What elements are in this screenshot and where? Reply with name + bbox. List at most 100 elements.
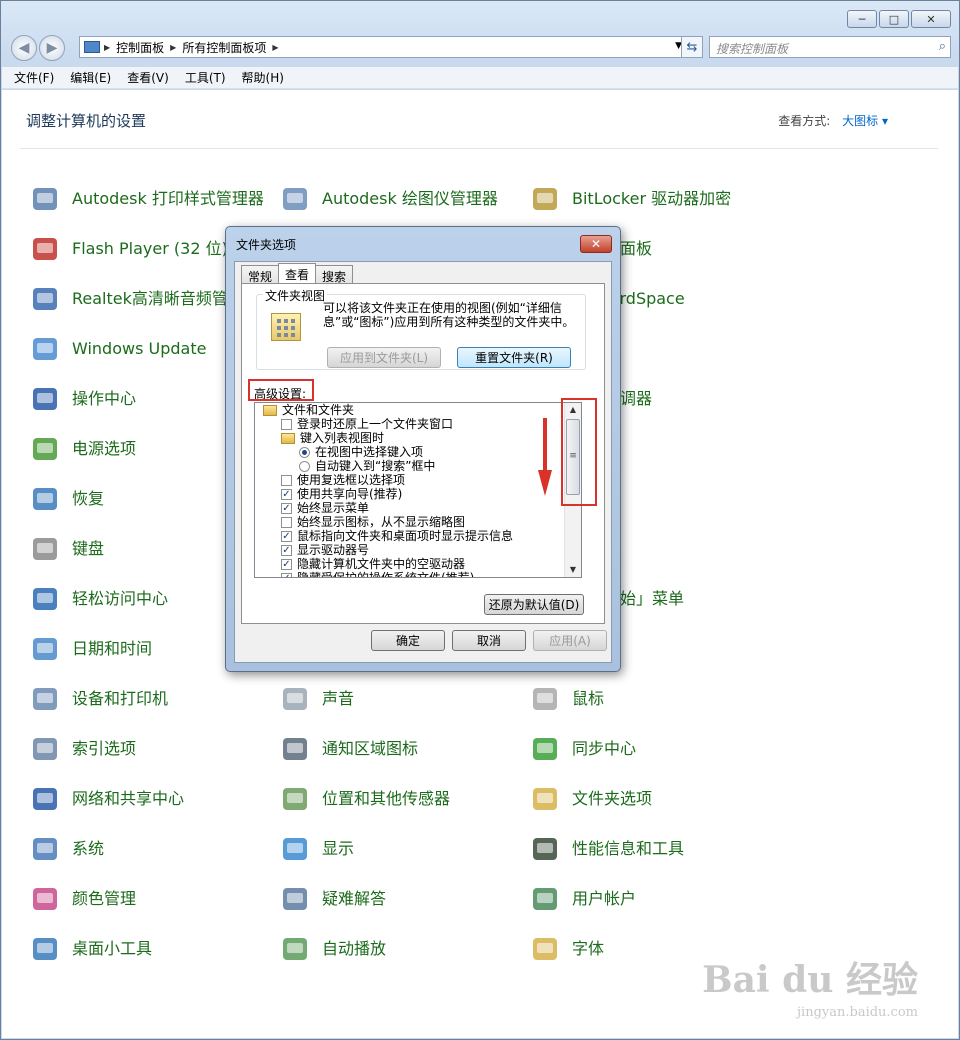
action-center-icon bbox=[28, 382, 62, 416]
location-sensors-icon bbox=[278, 782, 312, 816]
watermark: Bai du 经验 jingyan.baidu.com bbox=[702, 951, 918, 1020]
maximize-button[interactable]: □ bbox=[879, 10, 909, 28]
tree-row[interactable]: 使用复选框以选择项 bbox=[281, 473, 405, 487]
apply-to-folders-button[interactable]: 应用到文件夹(L) bbox=[327, 347, 441, 368]
tree-row[interactable]: ✓ 隐藏计算机文件夹中的空驱动器 bbox=[281, 557, 465, 571]
checkbox-unchecked[interactable] bbox=[281, 516, 292, 528]
tree-row[interactable]: 始终显示图标，从不显示缩略图 bbox=[281, 515, 465, 529]
forward-button[interactable]: ▶ bbox=[39, 35, 65, 61]
menu-file[interactable]: 文件(F) bbox=[14, 69, 54, 86]
control-panel-item[interactable]: 索引选项 bbox=[28, 732, 268, 766]
tree-row[interactable]: ✓ 鼠标指向文件夹和桌面项时显示提示信息 bbox=[281, 529, 513, 543]
tree-row[interactable]: ✓ 显示驱动器号 bbox=[281, 543, 369, 557]
tree-row[interactable]: ✓ 始终显示菜单 bbox=[281, 501, 369, 515]
control-panel-item[interactable]: Autodesk 绘图仪管理器 bbox=[278, 182, 518, 216]
control-panel-item[interactable]: 文件夹选项 bbox=[528, 782, 768, 816]
breadcrumb-all-items[interactable]: 所有控制面板项 bbox=[182, 39, 266, 56]
close-button[interactable]: ✕ bbox=[911, 10, 951, 28]
tree-row[interactable]: ✓ 隐藏受保护的操作系统文件(推荐) bbox=[281, 571, 474, 577]
date-time-icon bbox=[28, 632, 62, 666]
tab-panel-view: 文件夹视图 可以将该文件夹正在使用的视图(例如“详细信息”或“图标”)应用到所有… bbox=[241, 283, 605, 624]
menu-edit[interactable]: 编辑(E) bbox=[70, 69, 111, 86]
annotation-box-advanced bbox=[248, 379, 314, 401]
control-panel-item-label: 鼠标 bbox=[572, 689, 605, 708]
tree-row: 文件和文件夹 bbox=[263, 403, 354, 417]
control-panel-item[interactable]: 鼠标 bbox=[528, 682, 768, 716]
control-panel-item[interactable]: 声音 bbox=[278, 682, 518, 716]
checkbox-checked[interactable]: ✓ bbox=[281, 544, 292, 556]
control-panel-item-label: 键盘 bbox=[72, 539, 105, 558]
menu-help[interactable]: 帮助(H) bbox=[242, 69, 284, 86]
checkbox-unchecked[interactable] bbox=[281, 474, 292, 486]
checkbox-unchecked[interactable] bbox=[281, 418, 292, 430]
checkbox-checked[interactable]: ✓ bbox=[281, 572, 292, 577]
network-sharing-icon bbox=[28, 782, 62, 816]
control-panel-item[interactable]: 系统 bbox=[28, 832, 268, 866]
breadcrumb-control-panel[interactable]: 控制面板 bbox=[116, 39, 164, 56]
control-panel-item-label: 性能信息和工具 bbox=[572, 839, 685, 858]
tree-row-label: 在视图中选择键入项 bbox=[315, 445, 424, 459]
control-panel-item-label: 颜色管理 bbox=[72, 889, 137, 908]
tree-row[interactable]: 自动键入到“搜索”框中 bbox=[299, 459, 435, 473]
restore-defaults-button[interactable]: 还原为默认值(D) bbox=[484, 594, 584, 615]
scroll-down-icon[interactable]: ▼ bbox=[565, 563, 581, 577]
folder-view-group: 文件夹视图 可以将该文件夹正在使用的视图(例如“详细信息”或“图标”)应用到所有… bbox=[256, 287, 586, 370]
control-panel-item-label: 电源选项 bbox=[72, 439, 137, 458]
back-button[interactable]: ◀ bbox=[11, 35, 37, 61]
menu-view[interactable]: 查看(V) bbox=[127, 69, 169, 86]
checkbox-checked[interactable]: ✓ bbox=[281, 502, 292, 514]
cancel-button[interactable]: 取消 bbox=[452, 630, 526, 651]
control-panel-item[interactable]: BitLocker 驱动器加密 bbox=[528, 182, 768, 216]
control-panel-item[interactable]: 颜色管理 bbox=[28, 882, 268, 916]
minimize-button[interactable]: ─ bbox=[847, 10, 877, 28]
checkbox-checked[interactable]: ✓ bbox=[281, 488, 292, 500]
tree-row[interactable]: ✓ 使用共享向导(推荐) bbox=[281, 487, 402, 501]
windows-update-icon bbox=[28, 332, 62, 366]
tree-row-label: 显示驱动器号 bbox=[297, 543, 370, 557]
address-bar[interactable]: ▶ 控制面板 ▶ 所有控制面板项 ▶ ▼ bbox=[79, 36, 687, 58]
control-panel-item-label: Windows Update bbox=[72, 339, 207, 358]
control-panel-item[interactable]: 桌面小工具 bbox=[28, 932, 268, 966]
folder-view-icon bbox=[271, 313, 301, 341]
control-panel-item[interactable]: 设备和打印机 bbox=[28, 682, 268, 716]
tree-row[interactable]: 登录时还原上一个文件夹窗口 bbox=[281, 417, 453, 431]
control-panel-item[interactable]: 用户帐户 bbox=[528, 882, 768, 916]
control-panel-item[interactable]: 通知区域图标 bbox=[278, 732, 518, 766]
view-by-dropdown[interactable]: 大图标 ▾ bbox=[842, 114, 888, 128]
apply-button[interactable]: 应用(A) bbox=[533, 630, 607, 651]
control-panel-item[interactable]: 网络和共享中心 bbox=[28, 782, 268, 816]
checkbox-checked[interactable]: ✓ bbox=[281, 558, 292, 570]
control-panel-item[interactable]: 性能信息和工具 bbox=[528, 832, 768, 866]
flash-player-icon bbox=[28, 232, 62, 266]
tree-row: 键入列表视图时 bbox=[281, 431, 384, 445]
performance-icon bbox=[528, 832, 562, 866]
tree-row-label: 始终显示菜单 bbox=[297, 501, 370, 515]
search-input[interactable]: 搜索控制面板 ⌕ bbox=[709, 36, 951, 58]
breadcrumb-separator-icon: ▶ bbox=[272, 42, 279, 52]
folder-icon bbox=[263, 404, 277, 416]
devices-printers-icon bbox=[28, 682, 62, 716]
search-icon[interactable]: ⌕ bbox=[939, 39, 946, 54]
tree-row[interactable]: 在视图中选择键入项 bbox=[299, 445, 423, 459]
reset-folders-button[interactable]: 重置文件夹(R) bbox=[457, 347, 571, 368]
control-panel-item[interactable]: 同步中心 bbox=[528, 732, 768, 766]
folder-view-description: 可以将该文件夹正在使用的视图(例如“详细信息”或“图标”)应用到所有这种类型的文… bbox=[323, 301, 575, 329]
control-panel-item[interactable]: 显示 bbox=[278, 832, 518, 866]
menu-tools[interactable]: 工具(T) bbox=[185, 69, 226, 86]
dialog-close-button[interactable]: ✕ bbox=[580, 235, 612, 253]
control-panel-item[interactable]: 位置和其他传感器 bbox=[278, 782, 518, 816]
tree-row-label: 使用复选框以选择项 bbox=[297, 473, 406, 487]
control-panel-item[interactable]: 自动播放 bbox=[278, 932, 518, 966]
radio-unselected[interactable] bbox=[299, 460, 310, 472]
watermark-sub: jingyan.baidu.com bbox=[797, 1005, 918, 1020]
refresh-button[interactable]: ⇆ bbox=[681, 36, 703, 58]
ok-button[interactable]: 确定 bbox=[371, 630, 445, 651]
radio-selected[interactable] bbox=[299, 446, 310, 458]
control-panel-item[interactable]: Autodesk 打印样式管理器 bbox=[28, 182, 268, 216]
control-panel-item-label: 字体 bbox=[572, 939, 605, 958]
realtek-audio-icon bbox=[28, 282, 62, 316]
control-panel-item-label: 系统 bbox=[72, 839, 105, 858]
control-panel-item[interactable]: 疑难解答 bbox=[278, 882, 518, 916]
advanced-settings-tree[interactable]: 文件和文件夹 登录时还原上一个文件夹窗口 键入列表视图时 在视图中选择键入项 自动键入到… bbox=[254, 402, 582, 578]
checkbox-checked[interactable]: ✓ bbox=[281, 530, 292, 542]
